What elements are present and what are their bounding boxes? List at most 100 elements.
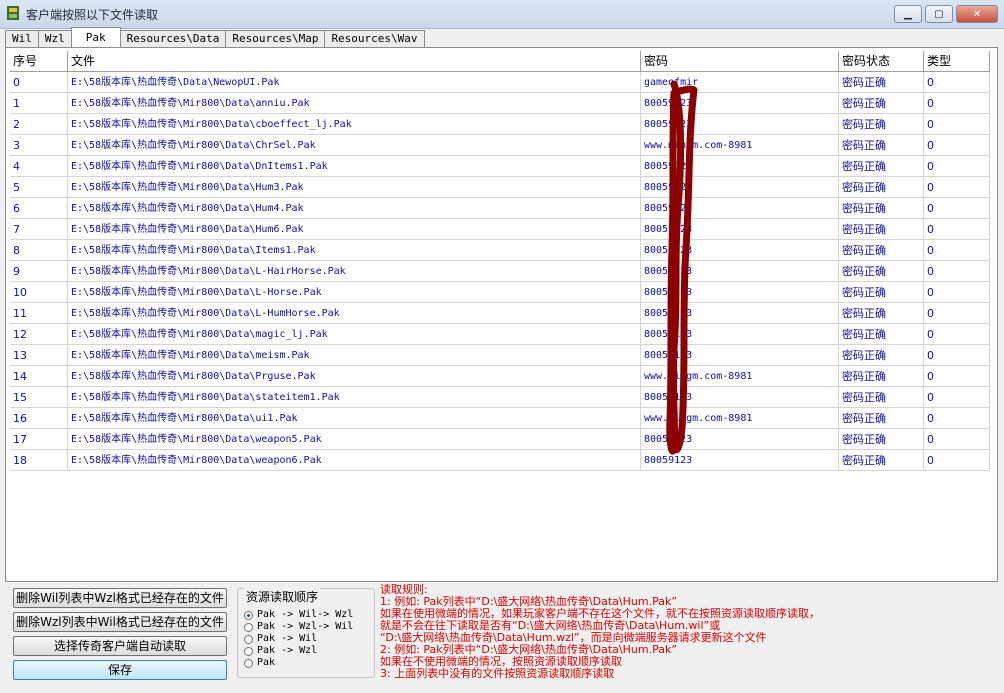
row-type: 0 [924, 177, 990, 198]
row-index: 18 [10, 450, 68, 471]
row-password: gameofmir [641, 72, 839, 93]
column-header-file[interactable]: 文件 [68, 51, 641, 72]
row-index: 13 [10, 345, 68, 366]
tab-4[interactable]: Resources\Map [225, 30, 326, 47]
read-order-option[interactable]: Pak -> Wil-> Wzl [244, 609, 353, 621]
read-order-option[interactable]: Pak -> Wzl [244, 645, 317, 657]
table-row[interactable]: 11 E:\58版本库\热血传奇\Mir800\Data\L-HumHorse.P… [10, 303, 996, 324]
row-type: 0 [924, 303, 990, 324]
table-row[interactable]: 2 E:\58版本库\热血传奇\Mir800\Data\cboeffect_lj.… [10, 114, 996, 135]
read-rules-text: 读取规则: 1: 例如: Pak列表中“D:\盛大网络\热血传奇\Data\Hum… [380, 584, 995, 680]
table-row[interactable]: 5 E:\58版本库\热血传奇\Mir800\Data\Hum3.Pak 80059… [10, 177, 996, 198]
read-order-title: 资源读取顺序 [244, 588, 321, 605]
title-bar[interactable]: 客户端按照以下文件读取 ▁ ▢ ✕ [0, 0, 1004, 29]
rule-line: 3: 上面列表中没有的文件按照资源读取顺序读取 [380, 667, 615, 680]
radio-button-icon[interactable] [244, 658, 253, 668]
table-row[interactable]: 18 E:\58版本库\热血传奇\Mir800\Data\weapon6.Pak 8… [10, 450, 996, 471]
row-password-status: 密码正确 [839, 429, 924, 450]
table-row[interactable]: 8 E:\58版本库\热血传奇\Mir800\Data\Items1.Pak 800… [10, 240, 996, 261]
table-row[interactable]: 6 E:\58版本库\热血传奇\Mir800\Data\Hum4.Pak 80059… [10, 198, 996, 219]
row-password: www.mingm.com-8981 [641, 408, 839, 429]
row-file: E:\58版本库\热血传奇\Mir800\Data\stateitem1.Pak [68, 387, 641, 408]
row-password-status: 密码正确 [839, 408, 924, 429]
row-type: 0 [924, 282, 990, 303]
row-file: E:\58版本库\热血传奇\Mir800\Data\anniu.Pak [68, 93, 641, 114]
row-password-status: 密码正确 [839, 345, 924, 366]
table-row[interactable]: 17 E:\58版本库\热血传奇\Mir800\Data\weapon5.Pak 8… [10, 429, 996, 450]
row-type: 0 [924, 240, 990, 261]
delete-wil-duplicates-button[interactable]: 删除Wil列表中Wzl格式已经存在的文件 [13, 588, 227, 608]
read-order-option[interactable]: Pak -> Wzl-> Wil [244, 621, 353, 633]
row-password-status: 密码正确 [839, 387, 924, 408]
row-file: E:\58版本库\热血传奇\Data\NewopUI.Pak [68, 72, 641, 93]
delete-wzl-duplicates-button[interactable]: 删除Wzl列表中Wil格式已经存在的文件 [13, 612, 227, 632]
row-file: E:\58版本库\热血传奇\Mir800\Data\Items1.Pak [68, 240, 641, 261]
row-type: 0 [924, 261, 990, 282]
read-order-option[interactable]: Pak -> Wil [244, 633, 317, 645]
radio-button-icon[interactable] [244, 646, 253, 656]
row-type: 0 [924, 72, 990, 93]
row-password: 80059123 [641, 93, 839, 114]
row-password: 80059123 [641, 303, 839, 324]
minimize-icon[interactable]: ▁ [894, 5, 922, 23]
column-header-index[interactable]: 序号 [10, 51, 68, 72]
radio-button-icon[interactable] [244, 622, 253, 632]
tab-2[interactable]: Pak [70, 27, 121, 47]
row-password: 80059123 [641, 387, 839, 408]
table-row[interactable]: 12 E:\58版本库\热血传奇\Mir800\Data\magic_lj.Pak… [10, 324, 996, 345]
table-row[interactable]: 4 E:\58版本库\热血传奇\Mir800\Data\DnItems1.Pak 8… [10, 156, 996, 177]
row-type: 0 [924, 345, 990, 366]
row-password-status: 密码正确 [839, 114, 924, 135]
row-type: 0 [924, 366, 990, 387]
table-row[interactable]: 3 E:\58版本库\热血传奇\Mir800\Data\ChrSel.Pak www… [10, 135, 996, 156]
save-button[interactable]: 保存 [13, 660, 227, 680]
window-title: 客户端按照以下文件读取 [26, 8, 159, 22]
radio-button-icon[interactable] [244, 634, 253, 644]
file-table[interactable]: 序号 文件 密码 密码状态 类型 0 E:\58版本库\热血传奇\Data\New… [10, 51, 996, 471]
column-header-password[interactable]: 密码 [641, 51, 839, 72]
tab-5[interactable]: Resources\Wav [324, 30, 425, 47]
table-row[interactable]: 9 E:\58版本库\热血传奇\Mir800\Data\L-HairHorse.P… [10, 261, 996, 282]
row-type: 0 [924, 135, 990, 156]
table-row[interactable]: 13 E:\58版本库\热血传奇\Mir800\Data\meism.Pak 800… [10, 345, 996, 366]
row-password-status: 密码正确 [839, 93, 924, 114]
tab-0[interactable]: Wil [5, 30, 39, 47]
column-header-type[interactable]: 类型 [924, 51, 990, 72]
row-type: 0 [924, 114, 990, 135]
window-controls: ▁ ▢ ✕ [891, 5, 998, 23]
table-row[interactable]: 14 E:\58版本库\热血传奇\Mir800\Data\Prguse.Pak ww… [10, 366, 996, 387]
table-row[interactable]: 15 E:\58版本库\热血传奇\Mir800\Data\stateitem1.P… [10, 387, 996, 408]
row-type: 0 [924, 93, 990, 114]
table-row[interactable]: 16 E:\58版本库\热血传奇\Mir800\Data\ui1.Pak www.m… [10, 408, 996, 429]
column-header-password-status[interactable]: 密码状态 [839, 51, 924, 72]
row-index: 8 [10, 240, 68, 261]
row-index: 7 [10, 219, 68, 240]
row-password: 80059123 [641, 219, 839, 240]
row-file: E:\58版本库\热血传奇\Mir800\Data\Hum6.Pak [68, 219, 641, 240]
maximize-icon[interactable]: ▢ [925, 5, 953, 23]
read-order-group: 资源读取顺序 Pak -> Wil-> Wzl Pak -> Wzl-> Wil P… [237, 588, 375, 678]
row-index: 3 [10, 135, 68, 156]
table-row[interactable]: 1 E:\58版本库\热血传奇\Mir800\Data\anniu.Pak 8005… [10, 93, 996, 114]
close-icon[interactable]: ✕ [956, 5, 998, 23]
radio-button-icon[interactable] [244, 610, 253, 620]
row-type: 0 [924, 429, 990, 450]
row-password: 80059123 [641, 114, 839, 135]
row-file: E:\58版本库\热血传奇\Mir800\Data\weapon5.Pak [68, 429, 641, 450]
read-order-option[interactable]: Pak [244, 657, 275, 669]
table-row[interactable]: 10 E:\58版本库\热血传奇\Mir800\Data\L-Horse.Pak 8… [10, 282, 996, 303]
row-index: 14 [10, 366, 68, 387]
tab-3[interactable]: Resources\Data [119, 30, 227, 47]
select-client-button[interactable]: 选择传奇客户端自动读取 [13, 636, 227, 656]
row-file: E:\58版本库\热血传奇\Mir800\Data\ui1.Pak [68, 408, 641, 429]
row-password-status: 密码正确 [839, 177, 924, 198]
tab-1[interactable]: Wzl [37, 30, 72, 47]
row-password: 80059123 [641, 429, 839, 450]
row-password: 80059123 [641, 282, 839, 303]
row-password-status: 密码正确 [839, 450, 924, 471]
row-password: www.mingm.com-8981 [641, 366, 839, 387]
table-row[interactable]: 0 E:\58版本库\热血传奇\Data\NewopUI.Pak gameofmir… [10, 72, 996, 93]
table-row[interactable]: 7 E:\58版本库\热血传奇\Mir800\Data\Hum6.Pak 80059… [10, 219, 996, 240]
row-type: 0 [924, 198, 990, 219]
table-body: 0 E:\58版本库\热血传奇\Data\NewopUI.Pak gameofmir… [10, 72, 996, 471]
